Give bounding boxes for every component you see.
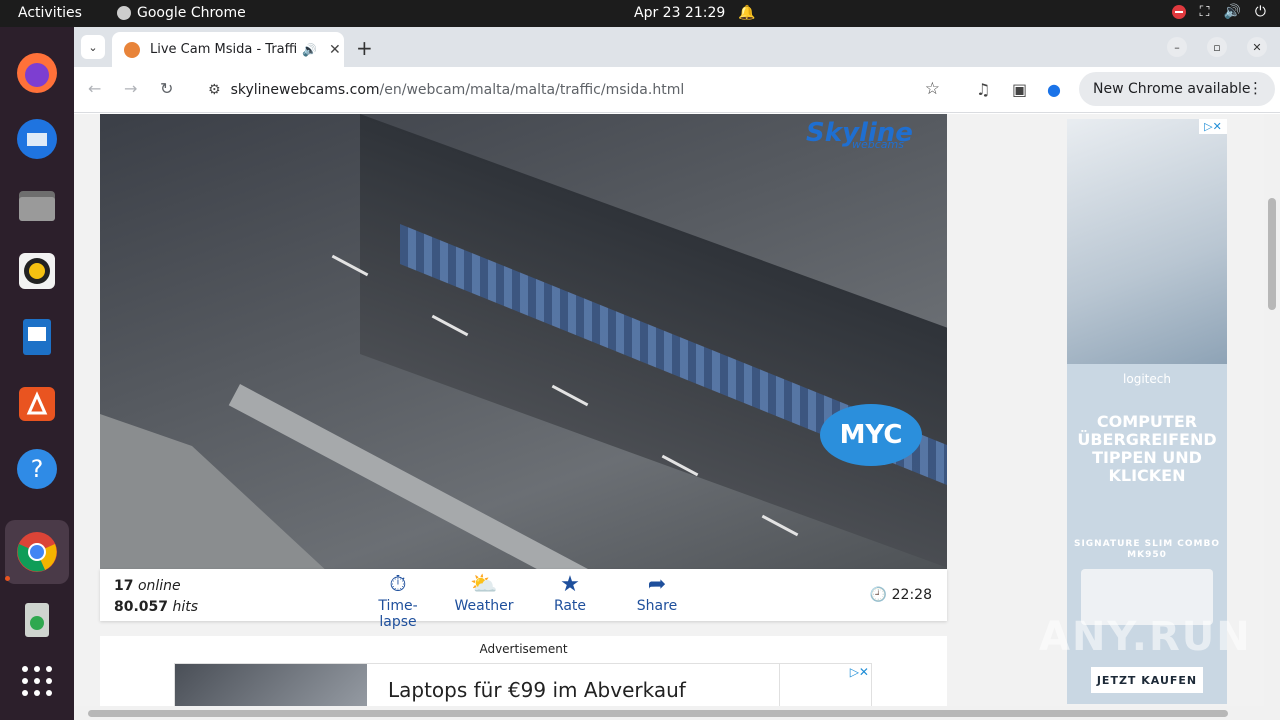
- ad-headline: COMPUTER ÜBERGREIFEND TIPPEN UND KLICKEN: [1077, 412, 1217, 485]
- timelapse-label: Time-lapse: [378, 598, 418, 630]
- thunderbird-icon[interactable]: [13, 115, 61, 163]
- skyline-logo-sub: webcams: [852, 138, 904, 151]
- url-path: /en/webcam/malta/malta/traffic/msida.htm…: [379, 82, 685, 98]
- help-icon[interactable]: ?: [13, 445, 61, 493]
- star-icon: ★: [560, 572, 580, 597]
- horizontal-scroll-thumb[interactable]: [88, 710, 1228, 717]
- address-bar[interactable]: ⚙ skylinewebcams.com /en/webcam/malta/ma…: [194, 73, 954, 107]
- update-indicator-icon[interactable]: [1171, 5, 1186, 19]
- site-info-icon[interactable]: ⚙: [208, 82, 221, 98]
- share-icon: ➦: [647, 572, 667, 597]
- webcam-info-bar: 17 online 80.057 hits ⏱ Time-lapse ⛅ Wea…: [100, 569, 947, 630]
- share-button[interactable]: ➦ Share: [632, 572, 682, 614]
- minimize-icon[interactable]: –: [1167, 37, 1187, 57]
- tab-live-cam[interactable]: Live Cam Msida - Traffic 🔊 ✕: [112, 32, 344, 67]
- new-tab-button[interactable]: +: [356, 36, 373, 60]
- volume-icon: 🔊: [1223, 4, 1241, 20]
- close-window-icon[interactable]: ✕: [1247, 37, 1267, 57]
- anyrun-watermark: ANY.RUN: [1039, 614, 1252, 660]
- svg-text:?: ?: [31, 455, 44, 483]
- firefox-icon[interactable]: [13, 49, 61, 97]
- page-viewport: Skyline webcams MYC 17 online 80.057 hit…: [74, 114, 1280, 720]
- power-icon: ⏻: [1254, 4, 1266, 20]
- update-label: New Chrome available: [1093, 81, 1251, 97]
- files-icon[interactable]: [13, 181, 61, 229]
- ad-product-name: SIGNATURE SLIM COMBO MK950: [1073, 539, 1221, 560]
- ad-text: Laptops für €99 im Abverkauf: [388, 678, 686, 702]
- timelapse-button[interactable]: ⏱ Time-lapse: [361, 572, 435, 630]
- tab-title: Live Cam Msida - Traffic: [150, 42, 296, 57]
- vertical-scrollbar[interactable]: [1264, 114, 1280, 720]
- media-controls-icon[interactable]: ♫: [976, 80, 990, 99]
- rate-button[interactable]: ★ Rate: [550, 572, 590, 614]
- show-apps-icon[interactable]: [13, 657, 61, 705]
- online-label: online: [137, 578, 181, 594]
- toolbar: ← → ↻ ⚙ skylinewebcams.com /en/webcam/ma…: [74, 67, 1280, 113]
- new-chrome-available-button[interactable]: New Chrome available ⋮: [1079, 72, 1275, 106]
- chrome-icon: [117, 6, 131, 20]
- activities-button[interactable]: Activities: [18, 5, 82, 21]
- ad-choices-close-icon[interactable]: ▷✕: [1199, 119, 1227, 134]
- weather-button[interactable]: ⛅ Weather: [452, 572, 516, 614]
- maximize-icon[interactable]: ▫: [1207, 37, 1227, 57]
- weather-icon: ⛅: [470, 572, 498, 597]
- notification-bell-icon[interactable]: 🔔: [738, 5, 755, 21]
- share-label: Share: [636, 598, 678, 614]
- chrome-window: ⌄ Live Cam Msida - Traffic 🔊 ✕ + – ▫ ✕ ←…: [74, 27, 1280, 720]
- ad-photo: [1067, 119, 1227, 364]
- bookmark-star-icon[interactable]: ☆: [925, 79, 940, 99]
- rate-label: Rate: [553, 598, 587, 614]
- close-tab-icon[interactable]: ✕: [329, 42, 341, 58]
- tab-strip: ⌄ Live Cam Msida - Traffic 🔊 ✕ + – ▫ ✕: [74, 27, 1280, 67]
- forward-icon[interactable]: →: [124, 79, 137, 98]
- local-time-value: 22:28: [891, 587, 932, 603]
- url-host: skylinewebcams.com: [230, 82, 380, 98]
- timelapse-icon: ⏱: [389, 572, 407, 597]
- tab-search-icon[interactable]: ⌄: [81, 35, 105, 59]
- profile-icon[interactable]: ●: [1047, 80, 1061, 99]
- audio-playing-icon[interactable]: 🔊: [302, 43, 317, 57]
- reload-icon[interactable]: ↻: [160, 79, 173, 98]
- local-time: 🕘 22:28: [870, 587, 932, 603]
- running-indicator: [5, 576, 10, 581]
- hits-count: 80.057: [114, 599, 169, 615]
- clock-icon: 🕘: [869, 587, 888, 603]
- app-menu[interactable]: Google Chrome: [117, 5, 246, 21]
- webcam-player[interactable]: Skyline webcams MYC: [100, 114, 947, 569]
- back-icon[interactable]: ←: [88, 79, 101, 98]
- online-count: 17: [114, 578, 134, 594]
- network-icon: ⛶: [1199, 4, 1210, 20]
- top-bar: Activities Google Chrome Apr 23 21:29 🔔 …: [0, 0, 1280, 27]
- myc-logo: MYC: [820, 404, 922, 466]
- menu-kebab-icon[interactable]: ⋮: [1248, 79, 1263, 97]
- viewer-stats: 17 online 80.057 hits: [114, 576, 198, 618]
- rhythmbox-icon[interactable]: [13, 247, 61, 295]
- ad-brand: logitech: [1123, 372, 1171, 386]
- clock[interactable]: Apr 23 21:29: [634, 5, 725, 21]
- hits-label: hits: [172, 599, 199, 615]
- advertisement-label: Advertisement: [479, 642, 568, 656]
- chrome-dock-icon[interactable]: [13, 528, 61, 576]
- trash-icon[interactable]: [13, 595, 61, 643]
- main-content: Skyline webcams MYC 17 online 80.057 hit…: [100, 114, 947, 720]
- app-name: Google Chrome: [137, 5, 246, 21]
- site-favicon-icon: [124, 41, 140, 58]
- buy-now-button[interactable]: JETZT KAUFEN: [1091, 667, 1203, 693]
- horizontal-scrollbar[interactable]: [74, 706, 1264, 720]
- vertical-scroll-thumb[interactable]: [1268, 198, 1276, 310]
- weather-label: Weather: [454, 598, 514, 614]
- writer-icon[interactable]: [13, 313, 61, 361]
- cam-lane-mark: [761, 514, 799, 537]
- system-tray[interactable]: ⛶ 🔊 ⏻: [1171, 4, 1266, 20]
- side-panel-icon[interactable]: ▣: [1012, 80, 1027, 99]
- app-center-icon[interactable]: [13, 379, 61, 427]
- ad-choices-close-icon[interactable]: ▷✕: [850, 665, 869, 679]
- dock: ?: [0, 27, 74, 720]
